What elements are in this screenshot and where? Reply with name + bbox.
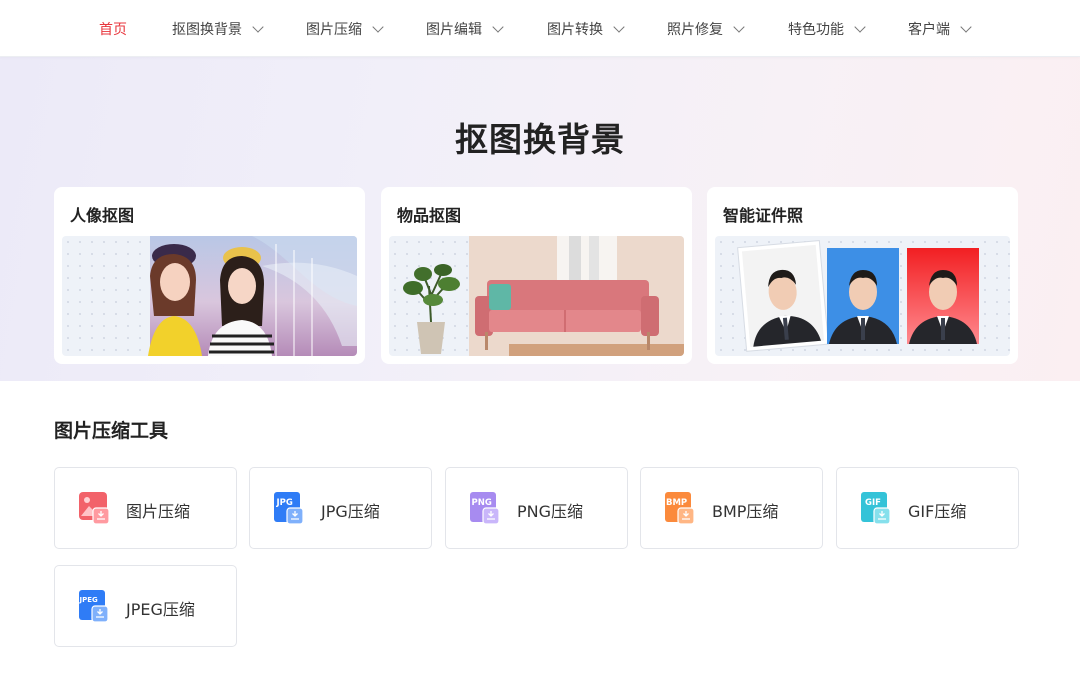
nav-client[interactable]: 客户端 (908, 0, 972, 57)
id-photo-title: 智能证件照 (723, 206, 804, 225)
nav-client-label: 客户端 (908, 21, 950, 38)
compress-section-title: 图片压缩工具 (54, 420, 169, 442)
pink-sofa-illustration (403, 236, 684, 356)
nav-features-label: 特色功能 (788, 21, 844, 38)
image-compress-icon (79, 492, 109, 524)
chevron-down-icon (372, 20, 384, 33)
nav-cutout[interactable]: 抠图换背景 (172, 0, 264, 57)
chevron-down-icon (854, 20, 866, 33)
nav-home-label: 首页 (99, 21, 127, 38)
bmp-compress-label: BMP压缩 (712, 502, 779, 521)
jpeg-compress-icon: JPEG (79, 590, 109, 622)
portrait-cutout-image (62, 236, 357, 356)
top-navigation: 首页 抠图换背景 图片压缩 图片编辑 图片转换 照片修复 特色功能 客户端 (0, 0, 1080, 57)
chevron-down-icon (492, 20, 504, 33)
hero-section: 抠图换背景 人像抠图 物品抠图 智能证件照 (0, 57, 1080, 381)
portrait-cutout-card[interactable]: 人像抠图 (54, 187, 365, 364)
object-cutout-title: 物品抠图 (397, 206, 462, 225)
hero-title: 抠图换背景 (455, 120, 625, 159)
png-compress-tool[interactable]: PNG PNG压缩 (445, 467, 628, 549)
nav-repair[interactable]: 照片修复 (667, 0, 745, 57)
bmp-badge-text: BMP (666, 498, 687, 508)
chevron-down-icon (252, 20, 264, 33)
nav-home[interactable]: 首页 (99, 0, 127, 57)
image-compress-tool[interactable]: 图片压缩 (54, 467, 237, 549)
nav-features[interactable]: 特色功能 (788, 0, 866, 57)
gif-compress-label: GIF压缩 (908, 502, 967, 521)
jpeg-compress-label: JPEG压缩 (126, 600, 195, 619)
jpeg-badge-text: JPEG (79, 596, 98, 604)
jpg-compress-tool[interactable]: JPG JPG压缩 (249, 467, 432, 549)
id-photos-illustration (737, 239, 979, 352)
jpeg-compress-tool[interactable]: JPEG JPEG压缩 (54, 565, 237, 647)
nav-edit-label: 图片编辑 (426, 21, 482, 38)
nav-convert-label: 图片转换 (547, 21, 603, 38)
nav-compress-label: 图片压缩 (306, 21, 362, 38)
nav-repair-label: 照片修复 (667, 21, 723, 38)
png-compress-icon: PNG (470, 492, 500, 524)
gif-compress-tool[interactable]: GIF GIF压缩 (836, 467, 1019, 549)
two-women-portrait-illustration (148, 236, 357, 356)
gif-compress-icon: GIF (861, 492, 891, 524)
jpg-badge-text: JPG (276, 498, 293, 508)
chevron-down-icon (733, 20, 745, 33)
png-badge-text: PNG (472, 498, 492, 508)
nav-convert[interactable]: 图片转换 (547, 0, 625, 57)
object-cutout-card[interactable]: 物品抠图 (381, 187, 692, 364)
bmp-compress-tool[interactable]: BMP BMP压缩 (640, 467, 823, 549)
png-compress-label: PNG压缩 (517, 502, 584, 521)
image-compress-label: 图片压缩 (126, 502, 191, 521)
nav-cutout-label: 抠图换背景 (172, 21, 242, 38)
nav-compress[interactable]: 图片压缩 (306, 0, 384, 57)
nav-edit[interactable]: 图片编辑 (426, 0, 504, 57)
gif-badge-text: GIF (865, 498, 881, 508)
id-photo-image (715, 236, 1010, 356)
object-cutout-image (389, 236, 684, 356)
chevron-down-icon (960, 20, 972, 33)
id-photo-card[interactable]: 智能证件照 (707, 187, 1018, 364)
bmp-compress-icon: BMP (665, 492, 695, 524)
jpg-compress-icon: JPG (274, 492, 304, 524)
chevron-down-icon (613, 20, 625, 33)
portrait-cutout-title: 人像抠图 (70, 206, 135, 225)
jpg-compress-label: JPG压缩 (321, 502, 380, 521)
